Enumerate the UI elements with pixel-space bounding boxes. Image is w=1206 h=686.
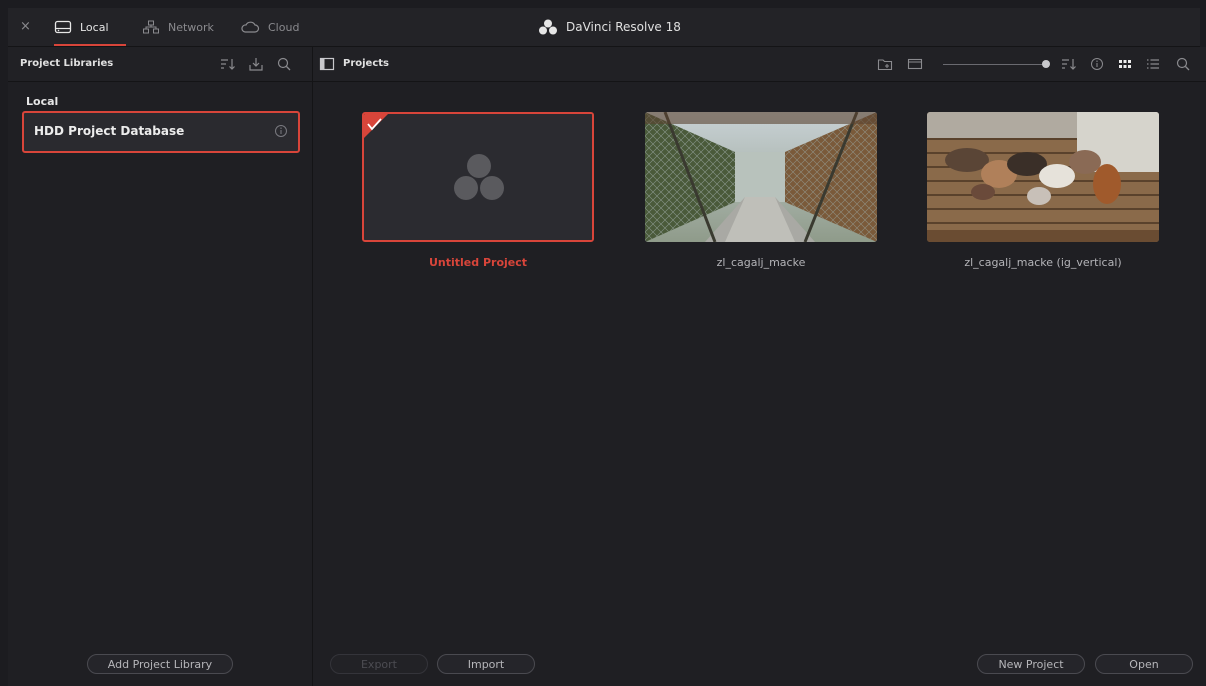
sort-icon[interactable] (1061, 56, 1077, 72)
project-libraries-panel: Project Libraries Local HDD Project Data… (8, 47, 313, 686)
tab-cloud-label: Cloud (268, 20, 300, 34)
panel-title: Projects (343, 58, 390, 69)
sidebar-toggle-icon[interactable] (319, 56, 335, 72)
app-title-text: DaVinci Resolve 18 (566, 20, 681, 34)
add-project-library-button[interactable]: Add Project Library (87, 654, 233, 674)
info-icon[interactable] (1089, 56, 1105, 72)
close-icon[interactable]: × (20, 19, 31, 34)
cloud-icon (241, 21, 260, 33)
tab-local[interactable]: Local (54, 8, 109, 46)
list-view-icon[interactable] (1145, 56, 1161, 72)
search-icon[interactable] (276, 56, 292, 72)
window-icon[interactable] (907, 56, 923, 72)
project-name[interactable]: zl_cagalj_macke (ig_vertical) (927, 256, 1159, 269)
project-name[interactable]: zl_cagalj_macke (645, 256, 877, 269)
new-folder-icon[interactable] (877, 56, 893, 72)
search-icon[interactable] (1175, 56, 1191, 72)
project-database-item[interactable]: HDD Project Database (22, 111, 300, 153)
panel-header: Project Libraries (8, 47, 312, 82)
davinci-logo-icon (539, 19, 557, 35)
tab-network[interactable]: Network (142, 8, 214, 46)
hard-drive-icon (54, 20, 72, 34)
tab-local-label: Local (80, 20, 109, 34)
tab-network-label: Network (168, 20, 214, 34)
app-title: DaVinci Resolve 18 (538, 8, 681, 46)
open-button[interactable]: Open (1095, 654, 1193, 674)
project-name[interactable]: Untitled Project (362, 256, 594, 269)
slider-handle[interactable] (1042, 60, 1050, 68)
projects-panel: Projects Untitled Project zl_cagalj_mack… (313, 47, 1206, 686)
project-thumbnail-image (927, 112, 1159, 242)
grid-view-icon[interactable] (1117, 56, 1133, 72)
active-tab-indicator (54, 44, 126, 46)
project-card-zl-cagalj-macke[interactable] (645, 112, 877, 242)
top-bar: × Local Network Cloud DaVinci Resolve 18 (8, 8, 1200, 47)
import-button[interactable]: Import (437, 654, 535, 674)
import-library-icon[interactable] (248, 56, 264, 72)
project-card-zl-cagalj-macke-ig-vertical[interactable] (927, 112, 1159, 242)
sort-icon[interactable] (220, 56, 236, 72)
thumbnail-size-slider[interactable] (943, 64, 1043, 65)
network-icon (143, 20, 159, 34)
section-label-local: Local (26, 95, 59, 108)
davinci-logo-icon (364, 114, 592, 240)
info-icon[interactable] (274, 124, 288, 138)
new-project-button[interactable]: New Project (977, 654, 1085, 674)
database-name: HDD Project Database (34, 124, 185, 138)
project-thumbnail-image (645, 112, 877, 242)
panel-header: Projects (313, 47, 1206, 82)
project-card-untitled[interactable] (362, 112, 594, 242)
tab-cloud[interactable]: Cloud (240, 8, 299, 46)
export-button[interactable]: Export (330, 654, 428, 674)
panel-title: Project Libraries (20, 58, 114, 69)
